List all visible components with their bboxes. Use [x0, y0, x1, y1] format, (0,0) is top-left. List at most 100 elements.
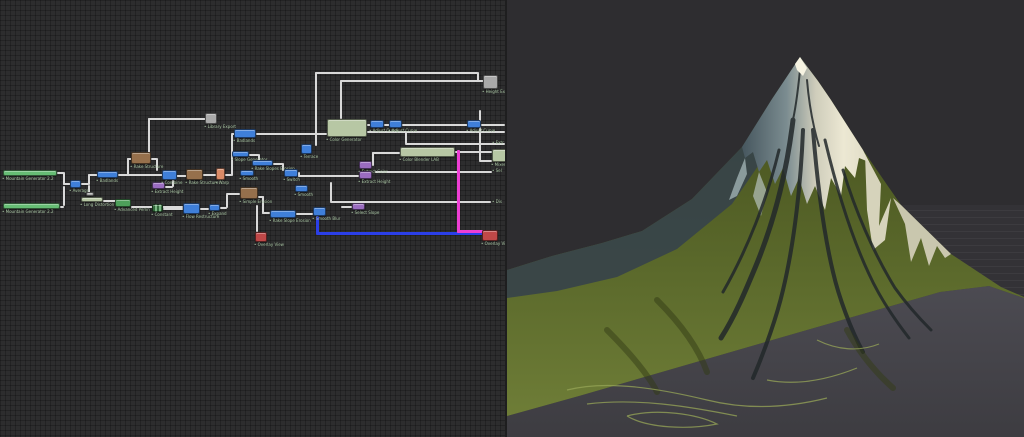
node-graph-canvas[interactable]: • Mountain Generator 2.2 • Mountain Gener… — [0, 0, 513, 437]
node-badlands-1[interactable] — [97, 171, 118, 178]
node-label-warp: • Warp — [215, 180, 229, 185]
node-label-select-slope: • Select Slope — [351, 210, 380, 215]
wire-segment-white — [262, 212, 270, 214]
node-rake-slopes-erosion[interactable] — [252, 160, 273, 166]
wire-segment-white — [200, 208, 209, 210]
node-smooth-blur[interactable] — [313, 207, 326, 216]
node-warp[interactable] — [216, 168, 225, 180]
node-overlay-view-2[interactable] — [482, 230, 498, 241]
wire-segment-white — [340, 80, 342, 119]
node-label-rake-structure-2: • Rake Structure — [185, 180, 219, 185]
wire-segment-white — [298, 175, 359, 177]
node-label-advanced-perlin: • Advanced Perlin — [114, 207, 150, 212]
node-library-export[interactable] — [205, 113, 217, 124]
node-label-mixer: • Mixer — [491, 162, 506, 167]
node-smooth-1[interactable] — [240, 170, 254, 176]
node-mountain-generator-2[interactable] — [3, 203, 60, 209]
node-slope-generator[interactable] — [232, 151, 249, 157]
node-switch[interactable] — [284, 169, 298, 177]
edge-label-2: • Dis — [492, 199, 502, 204]
node-extract-height-2[interactable] — [359, 171, 372, 179]
node-rake-structure-2[interactable] — [186, 169, 203, 180]
node-label-simple-erosion: • Simple Erosion — [239, 199, 273, 204]
node-extract-height-1[interactable] — [152, 182, 165, 189]
wire-segment-pink — [457, 230, 483, 233]
node-label-badlands-1: • Badlands — [96, 178, 119, 183]
node-label-smooth-1: • Smooth — [239, 176, 259, 181]
node-label-rake-structure-1: • Rake Structure — [130, 164, 164, 169]
node-long-distortion[interactable] — [81, 197, 103, 202]
node-extract-color[interactable] — [359, 161, 372, 169]
node-clamp[interactable] — [86, 192, 94, 196]
node-label-extract-height-2: • Extract Height — [358, 179, 391, 184]
wire-segment-white — [479, 160, 492, 162]
wire-segment-white — [163, 208, 183, 210]
wire-segment-white — [405, 143, 505, 145]
node-color-blender[interactable] — [400, 147, 455, 157]
wire-segment-white — [330, 182, 332, 202]
node-badlands-2[interactable] — [234, 129, 256, 138]
node-terrace[interactable] — [301, 144, 312, 154]
node-expand[interactable] — [209, 204, 220, 211]
wire-segment-white — [455, 151, 492, 153]
terrain-render — [507, 0, 1024, 437]
node-label-color-generator: • Color Generator — [326, 137, 362, 142]
node-label-badlands-2: • Badlands — [233, 138, 256, 143]
node-flow-restructure[interactable] — [183, 203, 200, 214]
node-label-switch: • Switch — [283, 177, 300, 182]
wire-segment-white — [372, 152, 374, 166]
terrain-3d-viewport[interactable] — [507, 0, 1024, 437]
node-adjust-curve-3[interactable] — [467, 120, 481, 128]
wire-segment-white — [203, 174, 216, 176]
wire-segment-white — [341, 206, 352, 208]
node-label-rake-slope-erosion-2: • Rake Slope Erosion — [269, 218, 311, 223]
node-label-extract-height-1: • Extract Height — [151, 189, 184, 194]
wire-segment-white — [479, 110, 481, 161]
node-overlay-view-1[interactable] — [255, 232, 267, 242]
wire-segment-white — [367, 131, 505, 133]
node-rake-structure-1[interactable] — [131, 152, 151, 164]
node-label-expand: • Expand — [208, 211, 227, 216]
wire-segment-white — [60, 206, 64, 208]
node-label-mountain-generator-2: • Mountain Generator 2.2 — [2, 209, 54, 214]
node-label-long-distortion: • Long Distortion — [80, 202, 115, 207]
node-simple-erosion[interactable] — [240, 187, 258, 199]
node-adjust-curve-2[interactable] — [389, 120, 402, 128]
wire-segment-white — [156, 158, 158, 171]
wire-segment-white — [148, 118, 206, 120]
edge-label-1: • Sel — [492, 168, 502, 173]
node-combine[interactable] — [162, 170, 177, 180]
wire-segment-white — [118, 174, 164, 176]
wire-segment-white — [148, 118, 150, 153]
wire-segment-white — [63, 186, 65, 206]
wire-segment-white — [226, 193, 240, 195]
node-color-generator[interactable] — [327, 119, 367, 137]
terrain-app-window: { "window": {"width": 1024, "height": 43… — [0, 0, 1024, 437]
node-rake-slope-erosion-2[interactable] — [270, 210, 296, 218]
node-label-smooth-2: • Smooth — [294, 192, 314, 197]
wire-segment-pink — [457, 150, 460, 233]
node-label-mountain-generator-1: • Mountain Generator 2.2 — [2, 176, 54, 181]
node-adjust-curve-1[interactable] — [370, 120, 384, 128]
node-label-flow-restructure: • Flow Restructure — [182, 214, 220, 219]
node-height-export[interactable] — [483, 75, 498, 89]
wire-segment-white — [402, 124, 468, 126]
wire-segment-white — [127, 158, 129, 175]
node-select-slope[interactable] — [352, 203, 365, 210]
node-constant[interactable] — [152, 204, 163, 212]
node-label-overlay-view-1: • Overlay View — [254, 242, 284, 247]
wire-segment-white — [340, 80, 484, 82]
wire-segment-white — [256, 205, 258, 232]
wire-segment-white — [315, 72, 317, 146]
wire-segment-white — [296, 213, 313, 215]
node-advanced-perlin[interactable] — [115, 199, 131, 207]
node-mountain-generator-1[interactable] — [3, 170, 57, 176]
node-label-constant: • Constant — [151, 212, 173, 217]
wire-segment-white — [372, 152, 400, 154]
node-label-terrace: • Terrace — [300, 154, 319, 159]
wire-segment-white — [375, 171, 492, 173]
node-average[interactable] — [70, 180, 81, 188]
node-smooth-2[interactable] — [295, 185, 308, 192]
node-label-library-export: • Library Export — [204, 124, 236, 129]
node-label-color-blender: • Color Blender LAB — [399, 157, 439, 162]
